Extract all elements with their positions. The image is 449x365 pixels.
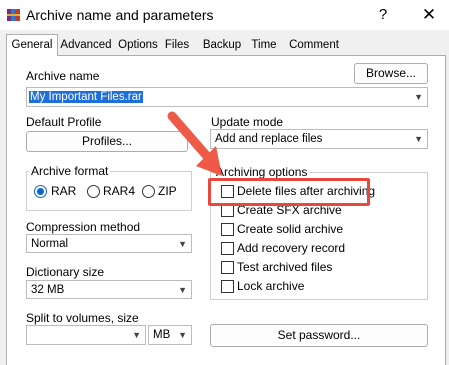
set-password-button[interactable]: Set password... (210, 324, 428, 347)
checkbox-lock-archive-label: Lock archive (237, 279, 305, 293)
chevron-down-icon[interactable]: ▼ (178, 281, 187, 299)
tab-time[interactable]: Time (250, 36, 278, 55)
tab-label: Files (164, 39, 190, 51)
radio-zip[interactable] (142, 185, 155, 198)
dictionary-size-select[interactable]: 32 MB ▼ (26, 280, 192, 299)
dictionary-size-label: Dictionary size (26, 265, 105, 279)
tab-comment[interactable]: Comment (288, 36, 340, 55)
chevron-down-icon[interactable]: ▼ (132, 326, 141, 344)
compression-method-select[interactable]: Normal ▼ (26, 234, 192, 253)
tab-label: Comment (289, 39, 339, 51)
close-button[interactable]: ✕ (418, 4, 440, 26)
checkbox-test-files-label: Test archived files (237, 260, 333, 274)
checkbox-recovery-record-label: Add recovery record (237, 241, 346, 255)
checkbox-create-solid[interactable] (221, 223, 234, 236)
checkbox-lock-archive[interactable] (221, 280, 234, 293)
split-volumes-size-input[interactable]: ▼ (26, 325, 146, 345)
checkbox-recovery-record[interactable] (221, 242, 234, 255)
radio-rar-label: RAR (51, 184, 77, 198)
chevron-down-icon[interactable]: ▼ (414, 88, 423, 106)
checkbox-test-files[interactable] (221, 261, 234, 274)
checkbox-create-solid-label: Create solid archive (237, 222, 344, 236)
tab-label: Advanced (60, 39, 112, 51)
update-mode-select[interactable]: Add and replace files ▼ (210, 129, 428, 149)
tab-general[interactable]: General (6, 34, 58, 56)
winrar-app-icon (6, 7, 22, 23)
chevron-down-icon[interactable]: ▼ (178, 235, 187, 253)
radio-rar4-label: RAR4 (103, 184, 136, 198)
tab-label: Time (251, 39, 277, 51)
archive-name-label: Archive name (26, 69, 100, 83)
tab-label: Options (118, 39, 158, 51)
tab-backup[interactable]: Backup (202, 36, 242, 55)
radio-rar4[interactable] (87, 185, 100, 198)
compression-method-label: Compression method (26, 220, 141, 234)
tab-advanced[interactable]: Advanced (60, 36, 112, 55)
split-volumes-label: Split to volumes, size (26, 311, 139, 325)
browse-button[interactable]: Browse... (354, 63, 428, 84)
archive-format-label: Archive format (29, 164, 111, 178)
dictionary-size-value: 32 MB (31, 284, 65, 296)
split-volumes-unit-select[interactable]: MB ▼ (148, 325, 192, 345)
red-arrow-icon (167, 111, 222, 176)
tab-label: General (11, 39, 53, 51)
chevron-down-icon[interactable]: ▼ (414, 130, 423, 148)
archive-name-value: My Important Files.rar (29, 91, 143, 103)
archive-name-combo[interactable]: My Important Files.rar ▼ (26, 87, 428, 107)
default-profile-label: Default Profile (26, 115, 102, 129)
compression-method-value: Normal (31, 238, 69, 250)
split-volumes-unit: MB (153, 329, 171, 341)
window-title: Archive name and parameters (26, 7, 214, 23)
chevron-down-icon[interactable]: ▼ (178, 326, 187, 344)
help-button[interactable]: ? (373, 5, 393, 25)
tab-options[interactable]: Options (116, 36, 160, 55)
tab-files[interactable]: Files (164, 36, 190, 55)
radio-rar[interactable] (34, 185, 47, 198)
tab-label: Backup (202, 39, 242, 51)
